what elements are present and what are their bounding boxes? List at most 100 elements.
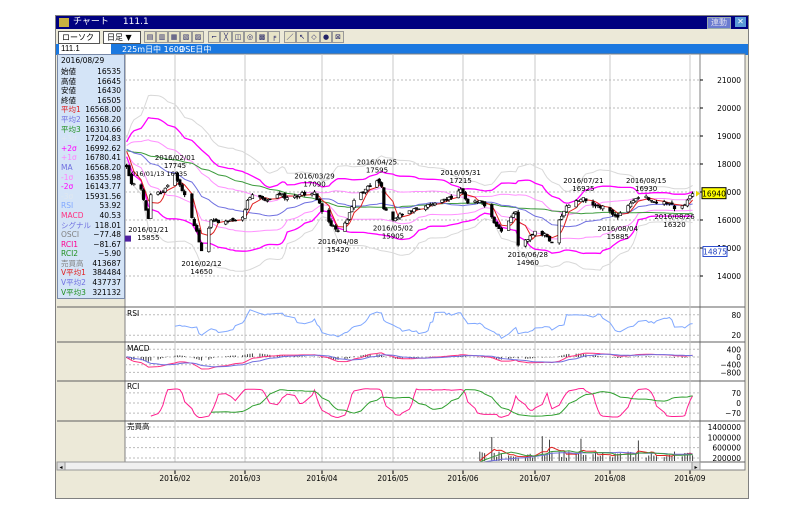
x-tick-label: 2016/08 bbox=[594, 474, 625, 483]
candle-body bbox=[574, 200, 578, 208]
candle-body bbox=[449, 195, 453, 199]
candle-body bbox=[132, 183, 136, 186]
info-value: 437737 bbox=[92, 278, 121, 288]
candle-body bbox=[466, 198, 470, 204]
volume-tick-label: 200000 bbox=[712, 454, 741, 463]
info-label: 高値 bbox=[61, 76, 76, 86]
candle-body bbox=[278, 192, 282, 195]
info-row: V平均2 437737 bbox=[58, 278, 124, 288]
candle-body bbox=[652, 201, 656, 203]
candle-body bbox=[166, 184, 170, 187]
candle-body bbox=[343, 222, 347, 232]
candle-body bbox=[482, 201, 487, 207]
candle-body bbox=[139, 184, 143, 190]
info-label: -3σ bbox=[61, 191, 74, 201]
candle-body bbox=[141, 189, 146, 200]
info-row: 始値 16535 bbox=[58, 67, 124, 77]
info-value: 118.01 bbox=[94, 220, 121, 230]
candle-body bbox=[440, 199, 444, 203]
scroll-right-icon: ▸ bbox=[694, 464, 697, 471]
annotation-value: 17090 bbox=[303, 180, 325, 188]
info-row: MACD 40.53 bbox=[58, 211, 124, 221]
candle-body bbox=[533, 230, 537, 236]
candle-body bbox=[180, 184, 184, 192]
candle-body bbox=[636, 197, 640, 199]
annotation-value: 14650 bbox=[190, 268, 212, 276]
info-label: +3σ bbox=[61, 134, 77, 144]
x-tick-label: 2016/07 bbox=[519, 474, 550, 483]
info-value: 321132 bbox=[92, 287, 121, 297]
annotation-date: 2016/01/21 bbox=[128, 226, 168, 234]
info-value: −81.67 bbox=[93, 239, 121, 249]
current-price-value: 16940 bbox=[702, 190, 726, 199]
candle-body bbox=[511, 213, 515, 218]
candle-body bbox=[379, 182, 384, 187]
candle-body bbox=[618, 212, 622, 216]
annotation-date: 2016/08/15 bbox=[626, 177, 666, 185]
candle-body bbox=[584, 198, 588, 202]
horizontal-scrollbar[interactable] bbox=[56, 461, 701, 471]
volume-tick-label: 600000 bbox=[712, 444, 741, 453]
macd-panel-label: MACD bbox=[127, 344, 150, 353]
annotation-date: 2016/05/31 bbox=[440, 169, 480, 177]
info-value: 16535 bbox=[97, 67, 121, 76]
annotation-value: 14960 bbox=[517, 259, 539, 267]
info-value: 16992.62 bbox=[85, 143, 121, 153]
candle-body bbox=[680, 205, 684, 209]
info-panel: 2016/08/29 始値 16535 高値 16645 安値 16430 終値 16505 平… bbox=[57, 54, 125, 299]
info-label: V平均1 bbox=[61, 268, 86, 278]
annotation-date: 2016/07/21 bbox=[563, 177, 603, 185]
candle-body bbox=[528, 235, 532, 241]
info-row: 安値 16430 bbox=[58, 86, 124, 96]
candle-body bbox=[345, 219, 349, 224]
candle-body bbox=[317, 198, 322, 204]
candle-body bbox=[377, 178, 381, 183]
price-tick-label: 16000 bbox=[717, 216, 741, 225]
info-label: OSCI bbox=[61, 230, 80, 240]
candle-body bbox=[329, 220, 333, 226]
candle-body bbox=[216, 219, 221, 224]
info-value: 15931.56 bbox=[85, 191, 121, 201]
info-label: +1σ bbox=[61, 153, 77, 163]
candle-body bbox=[414, 207, 418, 209]
candle-body bbox=[654, 201, 659, 204]
info-value: −77.48 bbox=[93, 230, 121, 240]
info-value: 53.92 bbox=[99, 201, 121, 211]
macd-tick-label: −800 bbox=[720, 368, 741, 377]
info-value: 40.53 bbox=[99, 210, 121, 220]
candle-body bbox=[400, 213, 404, 216]
candle-body bbox=[197, 229, 201, 243]
info-label: RSI bbox=[61, 201, 74, 211]
info-label: V平均3 bbox=[61, 287, 86, 297]
info-value: 16645 bbox=[97, 76, 121, 86]
candle-body bbox=[626, 205, 630, 213]
info-row: V平均3 321132 bbox=[58, 288, 124, 298]
candle-body bbox=[547, 235, 552, 242]
info-label: -2σ bbox=[61, 182, 74, 192]
cursor-price-value: 14875 bbox=[703, 248, 727, 257]
x-tick-label: 2016/06 bbox=[447, 474, 478, 483]
candle-body bbox=[634, 198, 638, 202]
candle-body bbox=[560, 215, 564, 220]
info-label: MACD bbox=[61, 210, 84, 220]
info-row: V平均1 384484 bbox=[58, 268, 124, 278]
info-value: 16568.20 bbox=[85, 162, 121, 172]
info-row: RCI1 −81.67 bbox=[58, 240, 124, 250]
info-value: 16355.98 bbox=[85, 172, 121, 182]
info-value: 16310.66 bbox=[85, 124, 121, 134]
info-value: 16430 bbox=[97, 86, 121, 96]
candle-body bbox=[631, 200, 635, 204]
candle-body bbox=[352, 200, 356, 209]
candle-body bbox=[463, 192, 468, 200]
candle-body bbox=[178, 179, 182, 186]
annotation-value: 15420 bbox=[327, 246, 349, 254]
price-tick-label: 14000 bbox=[717, 272, 741, 281]
info-value: 16780.41 bbox=[85, 153, 121, 163]
info-label: 平均1 bbox=[61, 105, 81, 115]
info-row: +2σ 16992.62 bbox=[58, 144, 124, 154]
price-tick-label: 21000 bbox=[717, 76, 741, 85]
info-label: 安値 bbox=[61, 86, 76, 96]
annotation-date: 2016/02/01 bbox=[155, 154, 195, 162]
candle-body bbox=[382, 187, 386, 210]
candle-body bbox=[616, 214, 620, 218]
